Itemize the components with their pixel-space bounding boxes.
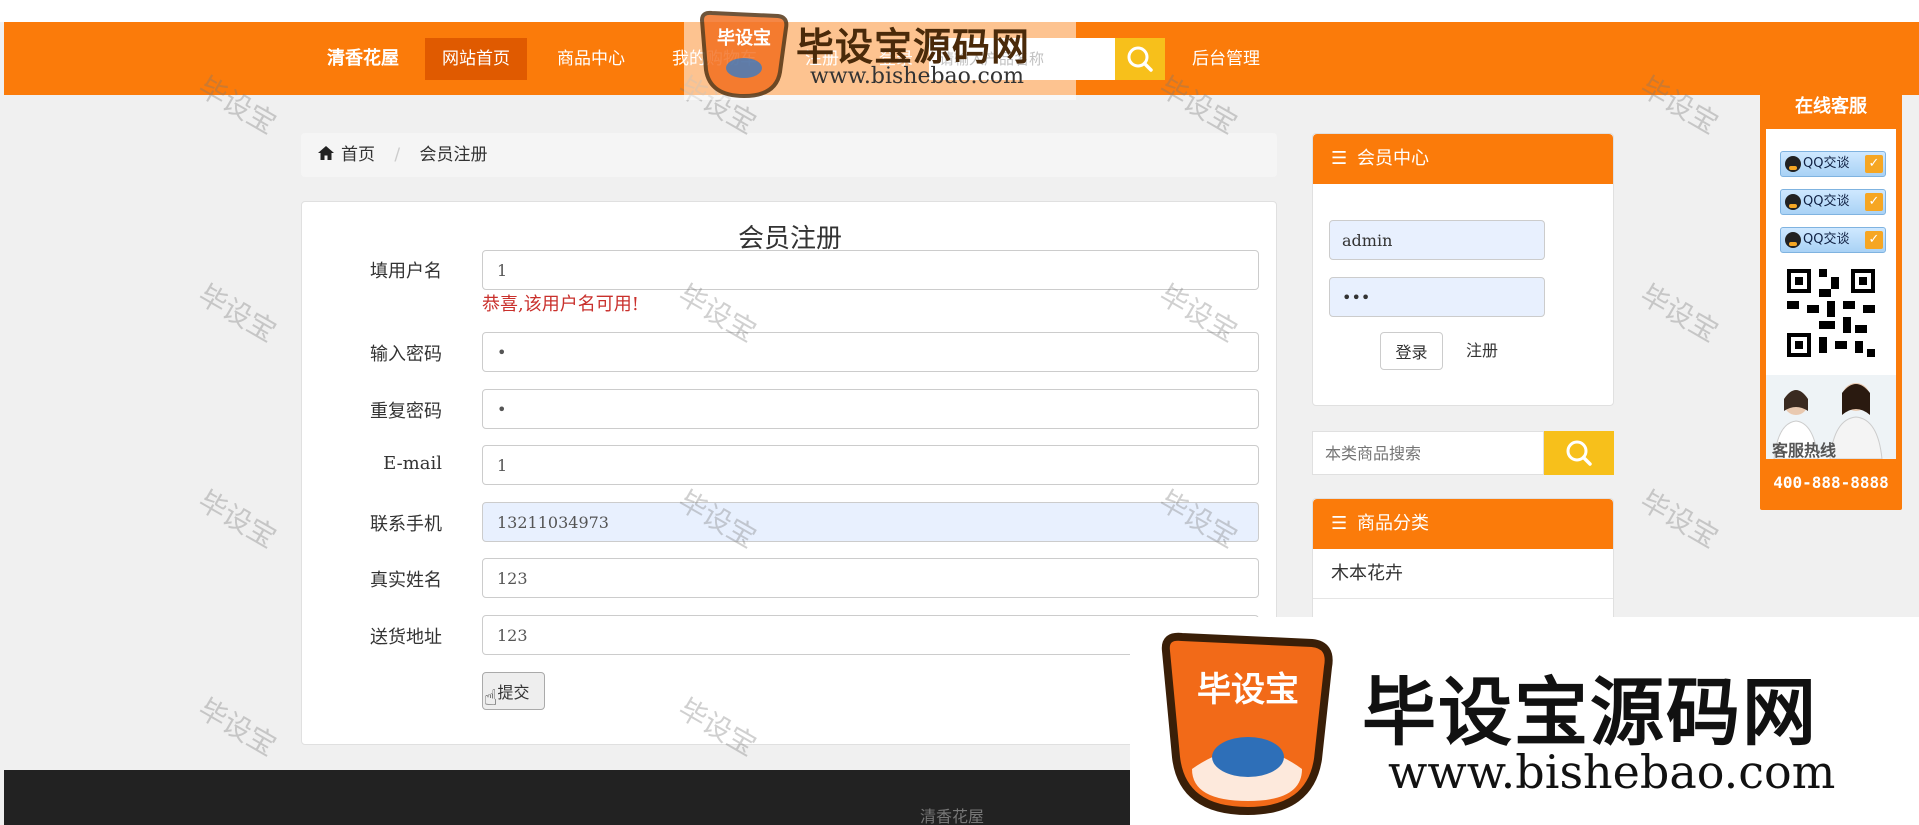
label-password: 输入密码	[370, 344, 442, 365]
category-title: 商品分类	[1357, 513, 1429, 534]
category-header: ☰ 商品分类	[1313, 499, 1613, 549]
watermark-banner-bottom: 毕设宝 毕设宝源码网 www.bishebao.com	[1130, 617, 1919, 825]
category-search-button[interactable]	[1544, 431, 1614, 475]
breadcrumb-home-label: 首页	[341, 145, 375, 165]
watermark-title: 毕设宝源码网	[1362, 670, 1818, 756]
member-center-panel: ☰ 会员中心 登录 注册	[1312, 133, 1614, 406]
username-input[interactable]	[482, 250, 1259, 290]
watermark-url: www.bishebao.com	[810, 64, 1024, 89]
online-service-panel: 在线客服 QQ交谈 ✓ QQ交谈 ✓ QQ交谈 ✓ 客服热线 400-888-8888	[1760, 85, 1902, 510]
search-icon	[1566, 440, 1592, 466]
qq-chat-label: QQ交谈	[1803, 232, 1850, 247]
label-confirm-password: 重复密码	[370, 401, 442, 422]
breadcrumb-separator: /	[394, 145, 401, 165]
login-password-input[interactable]	[1329, 277, 1545, 317]
label-phone: 联系手机	[370, 514, 442, 535]
watermark-tile: 毕设宝	[1634, 278, 1724, 349]
list-icon: ☰	[1331, 148, 1348, 169]
nav-admin[interactable]: 后台管理	[1176, 38, 1276, 80]
breadcrumb: 首页 / 会员注册	[301, 133, 1277, 177]
watermark-title: 毕设宝源码网	[796, 24, 1031, 69]
svg-text:毕设宝: 毕设宝	[717, 27, 771, 49]
qq-penguin-icon	[1785, 231, 1801, 248]
hand-cursor-icon: ☝	[484, 686, 498, 711]
qr-code-icon	[1783, 265, 1879, 361]
check-icon: ✓	[1865, 193, 1883, 211]
watermark-banner-top: 毕设宝 毕设宝源码网 www.bishebao.com	[684, 8, 1076, 100]
label-username: 填用户名	[370, 261, 442, 282]
login-button[interactable]: 登录	[1380, 332, 1443, 370]
check-icon: ✓	[1865, 155, 1883, 173]
label-email: E-mail	[383, 453, 442, 474]
username-valid-message: 恭喜,该用户名可用!	[482, 294, 639, 315]
member-center-title: 会员中心	[1357, 148, 1429, 169]
online-service-title: 在线客服	[1795, 96, 1867, 117]
qq-chat-button[interactable]: QQ交谈 ✓	[1780, 189, 1886, 215]
hotline-number: 400-888-8888	[1773, 473, 1889, 492]
qq-chat-label: QQ交谈	[1803, 156, 1850, 171]
online-service-body: QQ交谈 ✓ QQ交谈 ✓ QQ交谈 ✓	[1766, 129, 1896, 459]
category-search-input[interactable]	[1312, 431, 1544, 475]
member-center-header: ☰ 会员中心	[1313, 134, 1613, 184]
category-item[interactable]: 木本花卉	[1313, 549, 1613, 599]
phone-input[interactable]	[482, 502, 1259, 542]
bishebao-logo-icon: 毕设宝	[1161, 632, 1333, 816]
nav-search-button[interactable]	[1115, 38, 1165, 80]
email-input[interactable]	[482, 445, 1259, 485]
label-address: 送货地址	[370, 627, 442, 648]
home-icon	[318, 146, 334, 160]
watermark-tile: 毕设宝	[192, 692, 282, 763]
nav-products[interactable]: 商品中心	[540, 38, 642, 80]
confirm-password-input[interactable]	[482, 389, 1259, 429]
watermark-url: www.bishebao.com	[1388, 745, 1836, 799]
watermark-tile: 毕设宝	[192, 278, 282, 349]
footer-text: 清香花屋	[920, 807, 985, 825]
watermark-tile: 毕设宝	[192, 484, 282, 555]
label-realname: 真实姓名	[370, 570, 442, 591]
nav-home[interactable]: 网站首页	[425, 38, 527, 80]
search-icon	[1127, 46, 1153, 72]
breadcrumb-home[interactable]: 首页	[317, 133, 375, 177]
qq-chat-button[interactable]: QQ交谈 ✓	[1780, 227, 1886, 253]
list-icon: ☰	[1331, 513, 1348, 534]
realname-input[interactable]	[482, 558, 1259, 598]
qq-penguin-icon	[1785, 193, 1801, 210]
brand-logo[interactable]: 清香花屋	[327, 22, 399, 95]
qq-penguin-icon	[1785, 155, 1801, 172]
breadcrumb-current: 会员注册	[419, 145, 488, 165]
watermark-tile: 毕设宝	[1634, 484, 1724, 555]
hotline-label: 客服热线	[1772, 441, 1837, 460]
category-panel: ☰ 商品分类 木本花卉	[1312, 498, 1614, 628]
qq-chat-label: QQ交谈	[1803, 194, 1850, 209]
check-icon: ✓	[1865, 231, 1883, 249]
login-username-input[interactable]	[1329, 220, 1545, 260]
svg-text:毕设宝: 毕设宝	[1197, 670, 1299, 710]
qq-chat-button[interactable]: QQ交谈 ✓	[1780, 151, 1886, 177]
password-input[interactable]	[482, 332, 1259, 372]
register-link[interactable]: 注册	[1466, 332, 1498, 370]
bishebao-logo-icon: 毕设宝	[699, 10, 789, 98]
